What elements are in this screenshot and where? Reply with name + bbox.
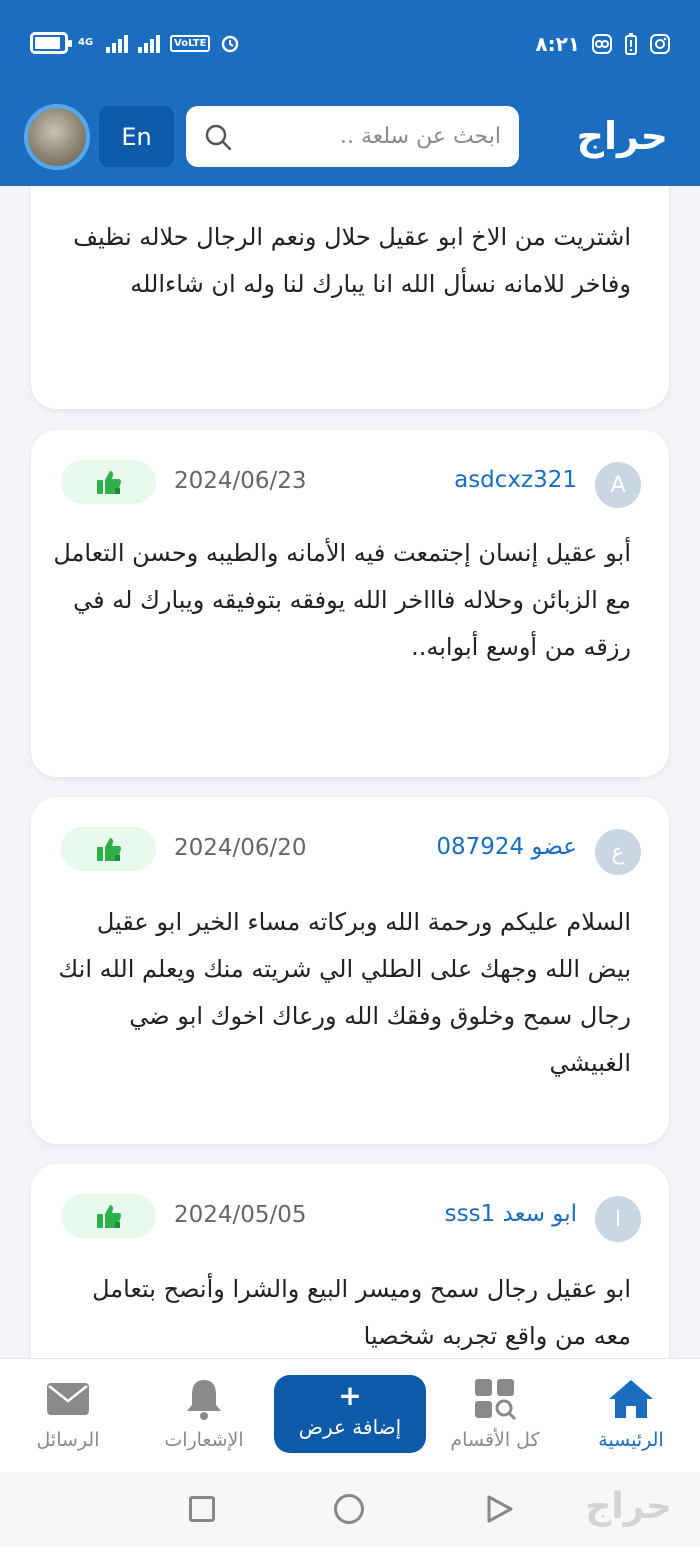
nav-messages-label: الرسائل bbox=[36, 1429, 100, 1451]
system-nav: حراج bbox=[0, 1472, 700, 1547]
review-card: A asdcxz321 2024/06/23 أبو عقيل إنسان إج… bbox=[31, 430, 669, 777]
bell-icon bbox=[187, 1380, 221, 1420]
like-badge bbox=[61, 1194, 156, 1238]
battery-level bbox=[35, 37, 61, 49]
thumbs-up-icon bbox=[96, 471, 121, 494]
review-username[interactable]: ابو سعد sss1 bbox=[445, 1201, 577, 1227]
app-notification-icon bbox=[592, 34, 612, 54]
signal-icon bbox=[106, 33, 128, 53]
search-box[interactable] bbox=[186, 106, 519, 167]
review-date: 2024/06/23 bbox=[174, 468, 307, 494]
volte-badge: VoLTE bbox=[170, 34, 211, 52]
plus-icon: + bbox=[338, 1379, 362, 1412]
nav-categories-label: كل الأقسام bbox=[450, 1429, 540, 1451]
thumbs-up-icon bbox=[96, 1205, 121, 1228]
user-avatar: ا bbox=[595, 1196, 641, 1242]
like-badge bbox=[61, 827, 156, 871]
like-badge bbox=[61, 460, 156, 504]
instagram-icon bbox=[650, 34, 670, 54]
search-icon[interactable] bbox=[204, 123, 232, 151]
envelope-icon bbox=[47, 1383, 89, 1415]
alarm-icon bbox=[222, 35, 239, 53]
add-offer-label: إضافة عرض bbox=[298, 1415, 402, 1439]
battery-alert-icon bbox=[625, 33, 637, 55]
status-bar: 4G VoLTE ٨:٢١ bbox=[0, 0, 700, 88]
watermark-logo: حراج bbox=[585, 1486, 672, 1527]
review-card: ع عضو 087924 2024/06/20 السلام عليكم ورح… bbox=[31, 797, 669, 1144]
review-username[interactable]: عضو 087924 bbox=[436, 834, 577, 860]
user-avatar: A bbox=[595, 462, 641, 508]
review-text: السلام عليكم ورحمة الله وبركاته مساء الخ… bbox=[58, 908, 631, 1077]
signal-icon-2 bbox=[138, 33, 160, 53]
language-button[interactable]: En bbox=[99, 106, 174, 167]
status-left: 4G VoLTE bbox=[30, 32, 240, 54]
review-text: أبو عقيل إنسان إجتمعت فيه الأمانه والطيب… bbox=[53, 539, 631, 661]
profile-avatar[interactable] bbox=[24, 104, 90, 170]
nav-categories[interactable]: كل الأقسام bbox=[435, 1377, 555, 1451]
thumbs-up-icon bbox=[96, 838, 121, 861]
app-header: En حراج bbox=[0, 88, 700, 186]
nav-home[interactable]: الرئيسية bbox=[571, 1377, 691, 1451]
review-date: 2024/06/20 bbox=[174, 835, 307, 861]
nav-messages[interactable]: الرسائل bbox=[8, 1377, 128, 1451]
review-text: اشتريت من الاخ ابو عقيل حلال ونعم الرجال… bbox=[73, 223, 631, 298]
review-text: ابو عقيل رجال سمح وميسر البيع والشرا وأن… bbox=[92, 1275, 631, 1350]
review-date: 2024/05/05 bbox=[174, 1202, 307, 1228]
review-username[interactable]: asdcxz321 bbox=[454, 467, 577, 493]
bottom-nav: الرئيسية كل الأقسام + إضافة عرض الإشعارا… bbox=[0, 1358, 700, 1472]
categories-icon bbox=[475, 1379, 517, 1421]
add-offer-button[interactable]: + إضافة عرض bbox=[274, 1375, 426, 1453]
recents-button[interactable] bbox=[189, 1496, 215, 1522]
app-logo[interactable]: حراج bbox=[577, 114, 668, 158]
status-right: ٨:٢١ bbox=[535, 32, 670, 56]
search-input[interactable] bbox=[246, 106, 501, 167]
back-button[interactable] bbox=[486, 1494, 514, 1524]
nav-notifications[interactable]: الإشعارات bbox=[144, 1377, 264, 1451]
review-card: ا ابو سعد sss1 2024/05/05 ابو عقيل رجال … bbox=[31, 1164, 669, 1358]
user-avatar: ع bbox=[595, 829, 641, 875]
home-button[interactable] bbox=[334, 1494, 364, 1524]
home-icon bbox=[609, 1380, 653, 1418]
network-type: 4G bbox=[78, 37, 94, 48]
time: ٨:٢١ bbox=[535, 32, 580, 56]
review-card: اشتريت من الاخ ابو عقيل حلال ونعم الرجال… bbox=[31, 186, 669, 409]
reviews-list[interactable]: اشتريت من الاخ ابو عقيل حلال ونعم الرجال… bbox=[0, 186, 700, 1358]
battery-icon bbox=[30, 32, 72, 54]
nav-home-label: الرئيسية bbox=[598, 1429, 664, 1451]
nav-notifications-label: الإشعارات bbox=[164, 1429, 244, 1451]
